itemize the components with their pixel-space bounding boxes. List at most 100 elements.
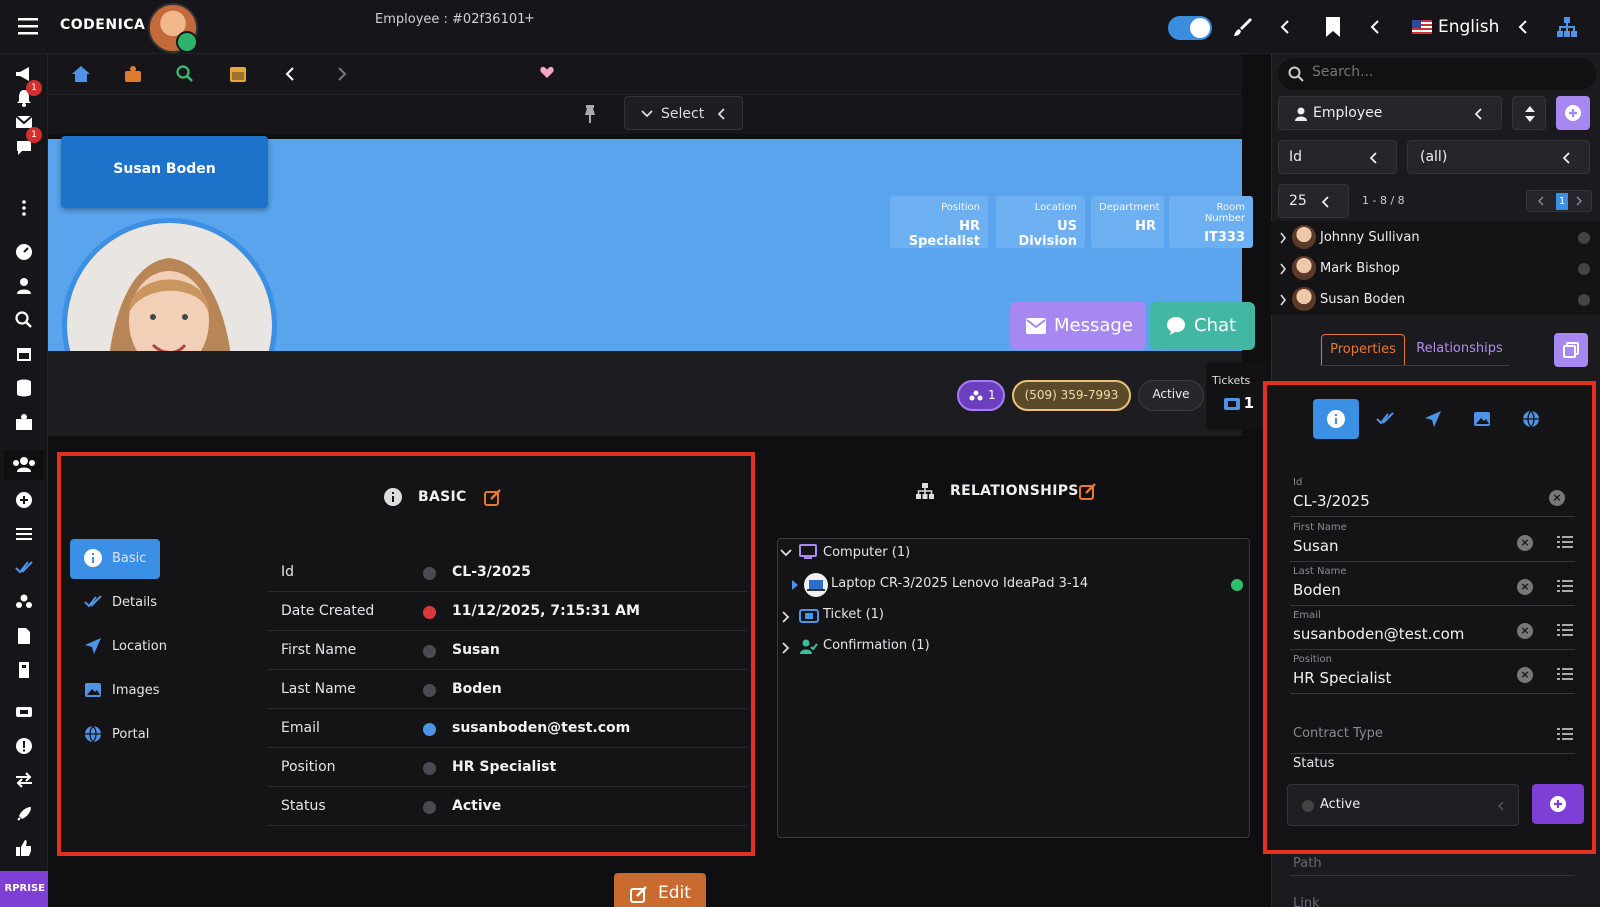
org-chart-icon[interactable] <box>1556 16 1578 38</box>
basic-nav-details[interactable]: Details <box>70 583 160 623</box>
contract-type-field[interactable]: Contract Type <box>1290 712 1575 754</box>
forward-icon[interactable] <box>337 66 347 82</box>
calendar-icon[interactable] <box>228 64 248 84</box>
filter-field-select[interactable]: Id <box>1278 140 1397 174</box>
clear-icon[interactable]: × <box>1517 579 1533 595</box>
chat-button[interactable]: Chat <box>1150 302 1255 350</box>
tab-properties[interactable]: Properties <box>1321 334 1405 366</box>
building-icon[interactable] <box>14 660 34 680</box>
chevron-left-icon[interactable] <box>1280 19 1290 35</box>
breadcrumb-plus[interactable]: + <box>524 11 535 26</box>
page-size-select[interactable]: 25 <box>1278 184 1349 218</box>
status-select[interactable]: Active <box>1287 784 1519 826</box>
theme-toggle[interactable] <box>1168 16 1212 40</box>
message-button[interactable]: Message <box>1010 302 1146 350</box>
tree-item-ticket[interactable]: Ticket (1) <box>823 607 884 622</box>
tree-item-computer[interactable]: Computer (1) <box>823 545 910 560</box>
edit-icon[interactable] <box>484 488 502 506</box>
list-item[interactable]: Susan Boden <box>1278 285 1596 315</box>
enterprise-badge[interactable]: RPRISE <box>0 871 48 907</box>
select-dropdown[interactable]: Select <box>624 96 743 130</box>
path-field[interactable]: Path <box>1290 850 1575 876</box>
image-icon[interactable] <box>1473 410 1491 428</box>
field-value[interactable]: HR Specialist <box>1293 669 1391 687</box>
chevron-left-icon[interactable] <box>1370 19 1380 35</box>
add-entity-button[interactable] <box>1556 96 1590 130</box>
basic-nav-portal[interactable]: Portal <box>70 715 160 755</box>
location-arrow-icon[interactable] <box>1424 410 1442 428</box>
transfer-icon[interactable] <box>14 770 34 790</box>
group-icon[interactable] <box>14 592 34 612</box>
plus-circle-icon[interactable] <box>14 490 34 510</box>
alert-icon[interactable] <box>14 736 34 756</box>
basic-nav-images[interactable]: Images <box>70 671 160 711</box>
chevron-right-icon[interactable] <box>781 642 791 654</box>
document-icon[interactable] <box>14 626 34 646</box>
property-field[interactable]: Position HR Specialist × <box>1290 652 1575 694</box>
ticket-icon[interactable] <box>14 702 34 722</box>
basic-nav-basic[interactable]: Basic <box>70 539 160 579</box>
bookmark-icon[interactable] <box>1325 16 1341 38</box>
caret-right-icon[interactable] <box>792 580 798 590</box>
property-field[interactable]: First Name Susan × <box>1290 520 1575 562</box>
briefcase-user-icon[interactable] <box>14 412 34 432</box>
edit-icon[interactable] <box>1079 482 1097 500</box>
group-count-pill[interactable]: 1 <box>957 380 1005 411</box>
double-check-icon[interactable] <box>1376 410 1394 428</box>
search-icon[interactable] <box>14 310 34 330</box>
search-box[interactable] <box>1278 58 1596 90</box>
current-page[interactable]: 1 <box>1556 193 1568 210</box>
calendar-icon[interactable] <box>14 344 34 364</box>
list-icon[interactable] <box>1557 623 1573 637</box>
current-user-avatar[interactable] <box>148 3 198 53</box>
tickets-counter[interactable]: Tickets 1 <box>1206 362 1266 430</box>
list-icon[interactable] <box>1557 667 1573 681</box>
back-icon[interactable] <box>285 66 295 82</box>
thumbs-up-icon[interactable] <box>14 838 34 858</box>
brush-icon[interactable] <box>1232 16 1254 38</box>
property-field[interactable]: Email susanboden@test.com × <box>1290 608 1575 650</box>
entity-selector[interactable]: Employee <box>1278 96 1502 130</box>
sort-button[interactable] <box>1512 96 1546 130</box>
pin-icon[interactable] <box>582 104 598 124</box>
list-icon[interactable] <box>14 524 34 544</box>
more-vertical-icon[interactable] <box>14 198 34 218</box>
clear-icon[interactable]: × <box>1549 490 1565 506</box>
list-item[interactable]: Johnny Sullivan <box>1278 223 1596 253</box>
employees-nav-item[interactable] <box>4 450 44 480</box>
list-icon[interactable] <box>1557 535 1573 549</box>
list-item[interactable]: Mark Bishop <box>1278 254 1596 284</box>
field-value[interactable]: susanboden@test.com <box>1293 625 1464 643</box>
search-input[interactable] <box>1312 64 1572 80</box>
database-icon[interactable] <box>14 378 34 398</box>
filter-value-select[interactable]: (all) <box>1407 140 1590 174</box>
dashboard-icon[interactable] <box>14 242 34 262</box>
phone-pill[interactable]: (509) 359-7993 <box>1012 380 1131 411</box>
edit-button[interactable]: Edit <box>614 873 706 907</box>
heart-icon[interactable] <box>540 66 554 79</box>
property-field[interactable]: Last Name Boden × <box>1290 564 1575 606</box>
basic-nav-location[interactable]: Location <box>70 627 167 667</box>
chevron-left-icon[interactable] <box>1518 19 1528 35</box>
globe-icon[interactable] <box>1522 410 1540 428</box>
field-value[interactable]: CL-3/2025 <box>1293 492 1370 510</box>
double-check-icon[interactable] <box>14 558 34 578</box>
add-status-button[interactable] <box>1532 784 1584 824</box>
list-icon[interactable] <box>1557 579 1573 593</box>
clear-icon[interactable]: × <box>1517 623 1533 639</box>
tree-item-laptop[interactable]: Laptop CR-3/2025 Lenovo IdeaPad 3-14 <box>831 576 1088 591</box>
home-icon[interactable] <box>71 64 91 84</box>
clear-icon[interactable]: × <box>1517 535 1533 551</box>
field-value[interactable]: Susan <box>1293 537 1339 555</box>
tab-relationships[interactable]: Relationships <box>1408 334 1511 366</box>
language-selector[interactable]: English <box>1438 17 1499 37</box>
prop-tab-info[interactable] <box>1313 399 1359 439</box>
chevron-right-icon[interactable] <box>781 611 791 623</box>
chevron-down-icon[interactable] <box>780 548 792 558</box>
copy-button[interactable] <box>1554 333 1588 367</box>
hamburger-menu-icon[interactable] <box>18 17 38 35</box>
briefcase-icon[interactable] <box>123 64 143 84</box>
clear-icon[interactable]: × <box>1517 667 1533 683</box>
rocket-icon[interactable] <box>14 804 34 824</box>
brand-logo-text[interactable]: CODENICA <box>60 17 145 33</box>
